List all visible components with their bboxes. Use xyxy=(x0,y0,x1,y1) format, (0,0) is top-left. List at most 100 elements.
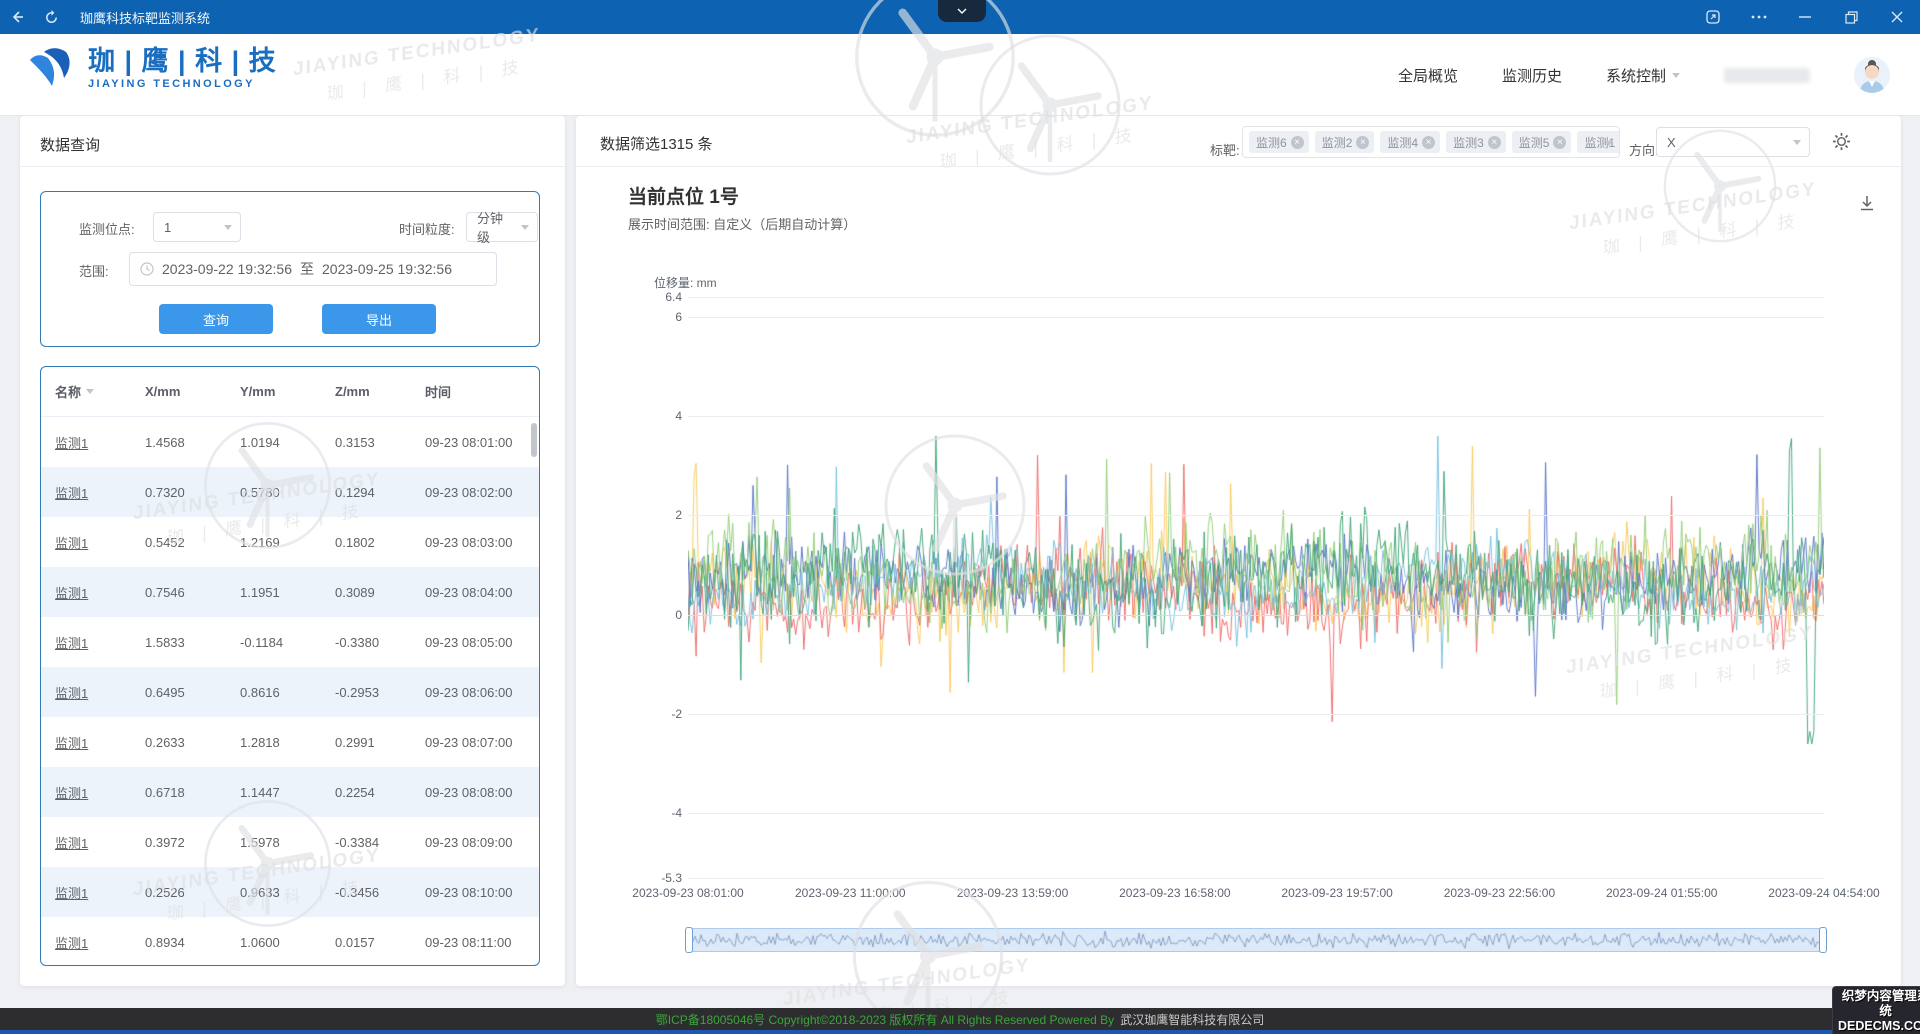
row-name-link[interactable]: 监测1 xyxy=(41,683,131,702)
direction-value: X xyxy=(1667,135,1676,150)
refresh-icon[interactable] xyxy=(34,0,68,34)
table-cell: 0.2526 xyxy=(131,885,226,900)
chevron-down-icon xyxy=(521,225,529,230)
restore-icon[interactable] xyxy=(1828,0,1874,34)
row-name-link[interactable]: 监测1 xyxy=(41,433,131,452)
row-name-link[interactable]: 监测1 xyxy=(41,733,131,752)
table-cell: 0.6495 xyxy=(131,685,226,700)
target-tag-监测2[interactable]: 监测2× xyxy=(1315,131,1375,153)
row-name-link[interactable]: 监测1 xyxy=(41,833,131,852)
chart-plot-area[interactable]: 6.46420-2-4-5.3 xyxy=(688,297,1824,878)
query-button[interactable]: 查询 xyxy=(159,304,273,334)
table-cell: 0.6718 xyxy=(131,785,226,800)
x-tick-label: 2023-09-24 01:55:00 xyxy=(1606,886,1717,900)
target-tag-监测4[interactable]: 监测4 × xyxy=(1380,131,1440,153)
table-cell: 1.1951 xyxy=(226,585,321,600)
close-icon[interactable] xyxy=(1874,0,1920,34)
table-cell: 09-23 08:03:00 xyxy=(411,535,539,550)
nav-item-3[interactable]: 系统控制 xyxy=(1606,65,1680,86)
window-title: 珈鹰科技标靶监测系统 xyxy=(80,8,210,27)
more-options-icon[interactable] xyxy=(1736,0,1782,34)
x-tick-label: 2023-09-23 19:57:00 xyxy=(1281,886,1392,900)
row-name-link[interactable]: 监测1 xyxy=(41,783,131,802)
column-header-4: 时间 xyxy=(411,382,539,401)
date-range-input[interactable]: 2023-09-22 19:32:56 至 2023-09-25 19:32:5… xyxy=(129,252,497,286)
back-icon[interactable] xyxy=(0,0,34,34)
target-tag-监测3[interactable]: 监测3 × xyxy=(1446,131,1506,153)
company-name: 武汉珈鹰智能科技有限公司 xyxy=(1120,1011,1264,1028)
chevron-down-icon xyxy=(1793,140,1801,145)
datazoom-right-handle[interactable] xyxy=(1819,927,1827,953)
table-scrollbar-thumb[interactable] xyxy=(531,423,537,457)
y-gridline xyxy=(688,813,1824,814)
y-gridline xyxy=(688,297,1824,298)
target-tag-label: 监测4 xyxy=(1387,134,1418,151)
nav-item-1[interactable]: 全局概览 xyxy=(1398,65,1458,86)
table-cell: 0.7546 xyxy=(131,585,226,600)
gear-icon[interactable] xyxy=(1832,132,1851,156)
remove-tag-icon[interactable]: × xyxy=(1422,136,1435,149)
target-tag-label: 监测3 xyxy=(1453,134,1484,151)
x-axis-labels: 2023-09-23 08:01:002023-09-23 11:00:0020… xyxy=(688,886,1824,902)
table-cell: 09-23 08:06:00 xyxy=(411,685,539,700)
x-tick-label: 2023-09-23 11:00:00 xyxy=(795,886,906,900)
remove-tag-icon[interactable]: × xyxy=(1356,136,1369,149)
row-name-link[interactable]: 监测1 xyxy=(41,583,131,602)
monitor-point-select[interactable]: 1 xyxy=(153,212,241,242)
table-cell: 0.5452 xyxy=(131,535,226,550)
bottom-strip xyxy=(0,1030,1920,1034)
x-tick-label: 2023-09-24 04:54:00 xyxy=(1768,886,1879,900)
chevron-down-icon xyxy=(1672,73,1680,78)
remove-tag-icon[interactable]: × xyxy=(1291,136,1304,149)
app-header: 珈 | 鹰 | 科 | 技 JIAYING TECHNOLOGY 全局概览监测历… xyxy=(0,34,1920,116)
y-tick-label: -5.3 xyxy=(648,871,682,885)
download-icon[interactable] xyxy=(1858,194,1876,217)
divider xyxy=(20,166,565,167)
y-gridline xyxy=(688,317,1824,318)
direction-select[interactable]: X xyxy=(1656,127,1810,157)
target-tag-监测6[interactable]: 监测6× xyxy=(1249,131,1309,153)
table-cell: 0.3972 xyxy=(131,835,226,850)
remove-tag-icon[interactable]: × xyxy=(1553,136,1566,149)
granularity-label: 时间粒度: xyxy=(399,219,455,238)
minimize-icon[interactable] xyxy=(1782,0,1828,34)
target-tag-监测1[interactable]: 监测1× xyxy=(1577,131,1620,153)
direction-label: 方向: xyxy=(1629,140,1659,159)
table-cell: 1.0600 xyxy=(226,935,321,950)
row-name-link[interactable]: 监测1 xyxy=(41,533,131,552)
row-name-link[interactable]: 监测1 xyxy=(41,633,131,652)
remove-tag-icon[interactable]: × xyxy=(1619,136,1620,149)
divider xyxy=(576,166,1901,167)
table-cell: 09-23 08:09:00 xyxy=(411,835,539,850)
table-cell: -0.3380 xyxy=(321,635,411,650)
table-row: 监测11.45681.01940.315309-23 08:01:00 xyxy=(41,417,539,467)
table-cell: 09-23 08:02:00 xyxy=(411,485,539,500)
row-name-link[interactable]: 监测1 xyxy=(41,883,131,902)
table-cell: 0.3089 xyxy=(321,585,411,600)
y-tick-label: 2 xyxy=(648,508,682,522)
target-multiselect[interactable]: 监测6×监测2×监测4×监测3×监测5×监测1× xyxy=(1242,126,1620,158)
remove-tag-icon[interactable]: × xyxy=(1488,136,1501,149)
row-name-link[interactable]: 监测1 xyxy=(41,483,131,502)
nav-item-2[interactable]: 监测历史 xyxy=(1502,65,1562,86)
table-row: 监测10.39721.5978-0.338409-23 08:09:00 xyxy=(41,817,539,867)
avatar[interactable] xyxy=(1854,57,1890,93)
page-footer: 鄂ICP备18005046号 Copyright©2018-2023 版权所有 … xyxy=(0,1008,1920,1030)
y-tick-label: 4 xyxy=(648,409,682,423)
main-nav: 全局概览 监测历史 系统控制 xyxy=(1398,34,1890,116)
datazoom-slider[interactable] xyxy=(688,928,1824,952)
table-cell: 1.5978 xyxy=(226,835,321,850)
query-form: 监测位点: 1 时间粒度: 分钟级 范围: 2023-09-22 19:32:5… xyxy=(40,191,540,347)
sort-caret-icon xyxy=(86,389,94,394)
icp-copyright-link[interactable]: 鄂ICP备18005046号 Copyright©2018-2023 版权所有 … xyxy=(656,1011,1114,1028)
row-name-link[interactable]: 监测1 xyxy=(41,933,131,952)
export-button[interactable]: 导出 xyxy=(322,304,436,334)
datazoom-left-handle[interactable] xyxy=(685,927,693,953)
y-gridline xyxy=(688,515,1824,516)
column-header-0[interactable]: 名称 xyxy=(41,382,131,401)
range-start: 2023-09-22 19:32:56 xyxy=(162,261,292,277)
titlebar-search-pill[interactable] xyxy=(938,0,986,22)
target-tag-监测5[interactable]: 监测5× xyxy=(1512,131,1572,153)
open-in-app-icon[interactable] xyxy=(1690,0,1736,34)
granularity-select[interactable]: 分钟级 xyxy=(466,212,538,242)
